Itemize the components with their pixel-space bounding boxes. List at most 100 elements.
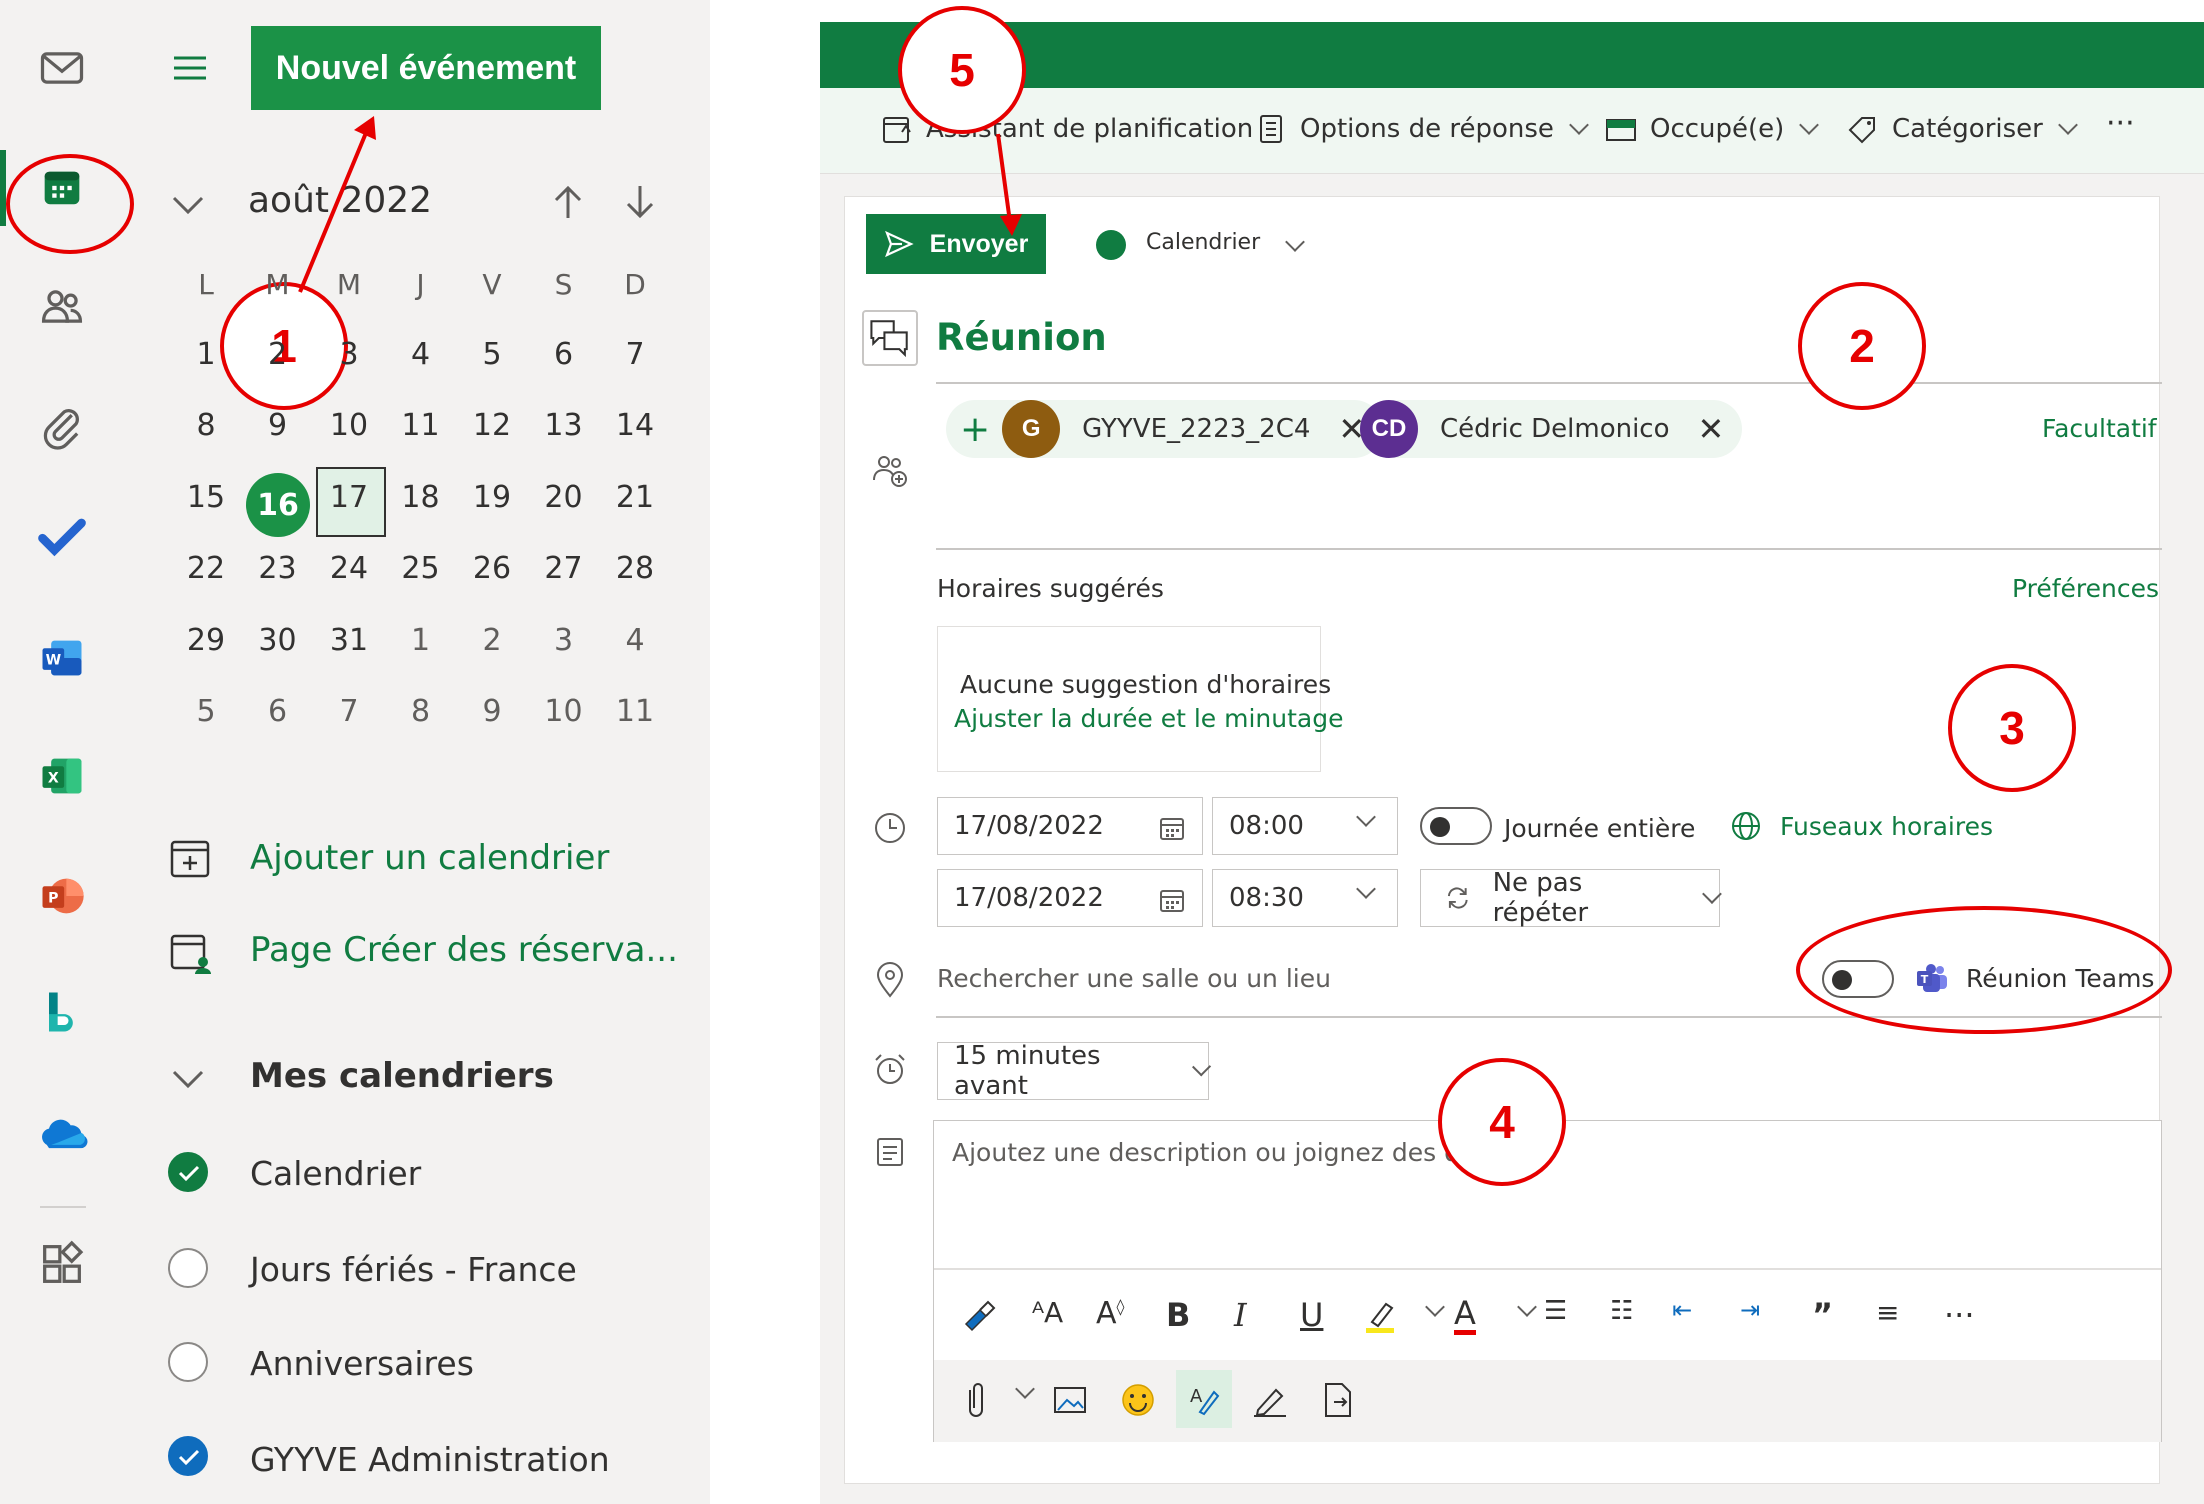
underline-icon[interactable]: U: [1300, 1296, 1323, 1334]
calendar-day[interactable]: 2: [456, 610, 528, 670]
quote-icon[interactable]: ”: [1812, 1296, 1833, 1334]
attendee-chip[interactable]: CD Cédric Delmonico ✕: [1360, 400, 1743, 458]
time-zones-link[interactable]: Fuseaux horaires: [1780, 812, 1993, 841]
bullets-icon[interactable]: ☰: [1544, 1296, 1567, 1326]
calendar-day[interactable]: 3: [313, 324, 385, 384]
adjust-duration-link[interactable]: Ajuster la durée et le minutage: [954, 704, 1343, 733]
people-icon[interactable]: [32, 276, 92, 336]
calendar-item-holidays[interactable]: Jours fériés - France: [250, 1250, 577, 1289]
date-picker-icon[interactable]: [1158, 814, 1186, 842]
attachment-icon[interactable]: [32, 396, 92, 456]
all-day-toggle[interactable]: [1420, 807, 1492, 845]
apps-icon[interactable]: [32, 1234, 92, 1294]
calendar-item-gyyve-admin[interactable]: GYYVE Administration: [250, 1440, 610, 1479]
calendar-day[interactable]: 28: [599, 539, 671, 599]
word-icon[interactable]: W: [32, 628, 92, 688]
calendar-day[interactable]: 26: [456, 539, 528, 599]
collapse-month-chevron-icon[interactable]: [170, 190, 206, 220]
calendar-checkbox[interactable]: [168, 1152, 208, 1192]
calendar-day[interactable]: 10: [528, 682, 600, 742]
powerpoint-icon[interactable]: P: [32, 866, 92, 926]
holidays-checkbox[interactable]: [168, 1248, 208, 1288]
remove-attendee-icon[interactable]: ✕: [1698, 410, 1725, 448]
admin-calendar-checkbox[interactable]: [168, 1436, 208, 1476]
birthdays-checkbox[interactable]: [168, 1342, 208, 1382]
calendar-day[interactable]: 9: [242, 396, 314, 456]
calendar-day[interactable]: 8: [385, 682, 457, 742]
calendar-day[interactable]: 5: [170, 682, 242, 742]
font-size-icon[interactable]: ᴬA: [1032, 1296, 1063, 1329]
calendar-day[interactable]: 13: [528, 396, 600, 456]
insert-template-icon[interactable]: [1318, 1380, 1358, 1420]
attach-file-icon[interactable]: [958, 1380, 994, 1420]
calendar-day[interactable]: 11: [385, 396, 457, 456]
repeat-dropdown[interactable]: Ne pas répéter: [1420, 868, 1722, 928]
grow-font-icon[interactable]: A◊: [1096, 1296, 1124, 1331]
booking-page-link[interactable]: Page Créer des réserva...: [250, 930, 678, 970]
calendar-day[interactable]: 11: [599, 682, 671, 742]
categorize-button[interactable]: Catégoriser: [1846, 112, 2078, 146]
new-event-button[interactable]: Nouvel événement: [251, 26, 601, 110]
calendar-day[interactable]: 9: [456, 682, 528, 742]
hamburger-menu-icon[interactable]: [170, 48, 210, 88]
add-attendee-plus-icon[interactable]: +: [960, 409, 990, 450]
busy-status-button[interactable]: Occupé(e): [1604, 112, 1820, 146]
bookings-icon[interactable]: [32, 982, 92, 1042]
attendee-chip-group[interactable]: + G GYYVE_2223_2C4 ✕: [946, 400, 1384, 458]
calendar-day[interactable]: 4: [385, 324, 457, 384]
calendar-day[interactable]: 31: [313, 610, 385, 670]
booking-page-icon[interactable]: [166, 928, 214, 976]
editor-icon[interactable]: A: [1184, 1378, 1224, 1418]
optional-attendees-link[interactable]: Facultatif: [2042, 414, 2157, 443]
calendar-item-calendrier[interactable]: Calendrier: [250, 1154, 421, 1193]
calendar-day[interactable]: 10: [313, 396, 385, 456]
calendar-day[interactable]: 19: [456, 467, 528, 527]
bold-icon[interactable]: B: [1166, 1296, 1190, 1334]
location-input[interactable]: Rechercher une salle ou un lieu: [937, 964, 1331, 993]
calendar-day[interactable]: 4: [599, 610, 671, 670]
date-picker-icon[interactable]: [1158, 886, 1186, 914]
more-formatting-icon[interactable]: ···: [1944, 1296, 1975, 1334]
calendar-day[interactable]: 14: [599, 396, 671, 456]
end-date-field[interactable]: 17/08/2022: [937, 869, 1203, 927]
highlight-icon[interactable]: [1362, 1296, 1402, 1336]
font-color-icon[interactable]: A: [1454, 1296, 1476, 1335]
calendar-day[interactable]: 27: [528, 539, 600, 599]
add-calendar-link[interactable]: Ajouter un calendrier: [250, 838, 609, 878]
chevron-down-icon[interactable]: [1356, 807, 1376, 827]
calendar-day[interactable]: 12: [456, 396, 528, 456]
calendar-day[interactable]: 7: [313, 682, 385, 742]
calendar-day[interactable]: 1: [170, 324, 242, 384]
response-options-button[interactable]: Options de réponse: [1254, 112, 1589, 146]
add-calendar-icon[interactable]: [166, 834, 214, 882]
calendar-day[interactable]: 29: [170, 610, 242, 670]
calendar-day[interactable]: 17: [313, 467, 385, 527]
decrease-indent-icon[interactable]: ⇤: [1672, 1296, 1692, 1324]
calendar-day[interactable]: 21: [599, 467, 671, 527]
chevron-down-icon[interactable]: [1356, 879, 1376, 899]
calendar-day[interactable]: 1: [385, 610, 457, 670]
more-options-button[interactable]: ···: [2106, 106, 2135, 141]
format-painter-icon[interactable]: [960, 1296, 1000, 1336]
todo-icon[interactable]: [32, 506, 92, 566]
previous-month-arrow-icon[interactable]: [550, 182, 586, 222]
calendar-day[interactable]: 20: [528, 467, 600, 527]
start-time-field[interactable]: 08:00: [1212, 797, 1398, 855]
calendar-day[interactable]: 30: [242, 610, 314, 670]
calendar-day[interactable]: 6: [528, 324, 600, 384]
calendar-day[interactable]: 24: [313, 539, 385, 599]
emoji-icon[interactable]: [1118, 1380, 1158, 1420]
calendar-day[interactable]: 7: [599, 324, 671, 384]
calendar-day[interactable]: 2: [242, 324, 314, 384]
reminder-dropdown[interactable]: 15 minutes avant: [937, 1041, 1211, 1101]
end-time-field[interactable]: 08:30: [1212, 869, 1398, 927]
calendar-day[interactable]: 23: [242, 539, 314, 599]
italic-icon[interactable]: I: [1234, 1296, 1247, 1334]
calendar-item-birthdays[interactable]: Anniversaires: [250, 1344, 474, 1383]
today-marker[interactable]: 16: [246, 473, 310, 537]
calendar-day[interactable]: 25: [385, 539, 457, 599]
mail-icon[interactable]: [32, 38, 92, 98]
increase-indent-icon[interactable]: ⇥: [1740, 1296, 1760, 1324]
next-month-arrow-icon[interactable]: [622, 182, 658, 222]
calendar-day[interactable]: 15: [170, 467, 242, 527]
